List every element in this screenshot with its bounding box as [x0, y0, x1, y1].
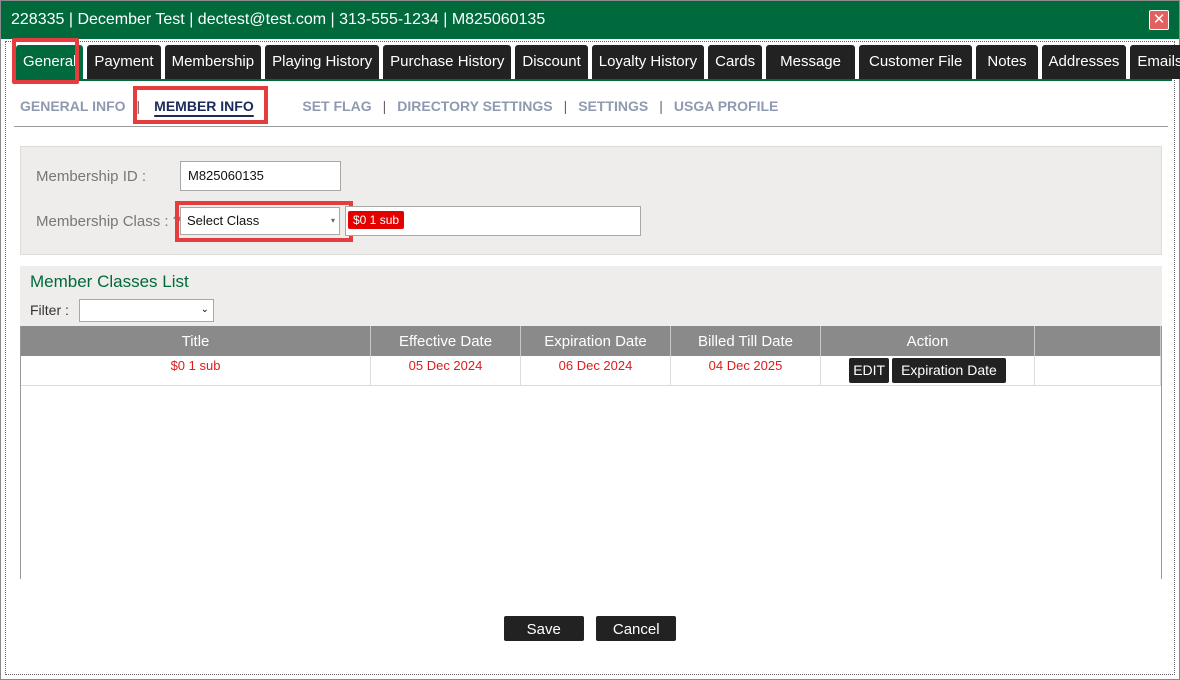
cell-title: $0 1 sub: [21, 356, 371, 385]
customer-dialog: 228335 | December Test | dectest@test.co…: [0, 0, 1180, 680]
column-header-title: Title: [21, 326, 371, 356]
membership-id-label: Membership ID :: [36, 168, 147, 185]
selected-classes-box[interactable]: $0 1 sub: [345, 206, 641, 236]
table-header: Title Effective Date Expiration Date Bil…: [21, 326, 1161, 356]
tab-bar: General Payment Membership Playing Histo…: [16, 45, 1180, 81]
subnav-separator: |: [659, 98, 663, 114]
subnav-usga-profile[interactable]: USGA PROFILE: [674, 98, 779, 114]
close-button[interactable]: ✕: [1149, 10, 1169, 30]
cell-actions: EDIT Expiration Date: [821, 356, 1035, 385]
subnav-member-info[interactable]: MEMBER INFO: [154, 98, 254, 114]
expiration-date-button[interactable]: Expiration Date: [892, 358, 1006, 383]
filter-select[interactable]: ⌄: [79, 299, 214, 322]
edit-button[interactable]: EDIT: [849, 358, 890, 383]
dialog-body: General Payment Membership Playing Histo…: [5, 38, 1180, 675]
subnav-separator: |: [136, 98, 141, 114]
tab-general[interactable]: General: [16, 45, 84, 79]
column-header-action: Action: [821, 326, 1035, 356]
tab-loyalty-history[interactable]: Loyalty History: [591, 45, 705, 79]
member-classes-table: Title Effective Date Expiration Date Bil…: [20, 326, 1162, 579]
subnav-directory-settings[interactable]: DIRECTORY SETTINGS: [397, 98, 552, 114]
selected-class-tag[interactable]: $0 1 sub: [348, 211, 405, 229]
window-title: 228335 | December Test | dectest@test.co…: [11, 11, 546, 28]
cell-billed-till-date: 04 Dec 2025: [671, 356, 821, 385]
column-header-billed-till-date: Billed Till Date: [671, 326, 821, 356]
subnav-set-flag[interactable]: SET FLAG: [302, 98, 371, 114]
column-header-effective-date: Effective Date: [371, 326, 521, 356]
tab-purchase-history[interactable]: Purchase History: [383, 45, 512, 79]
title-bar: 228335 | December Test | dectest@test.co…: [1, 1, 1179, 39]
cancel-button[interactable]: Cancel: [596, 616, 677, 641]
column-header-blank: [1035, 326, 1161, 356]
tab-customer-file[interactable]: Customer File: [859, 45, 973, 79]
tab-addresses[interactable]: Addresses: [1041, 45, 1127, 79]
subnav-divider: [14, 126, 1168, 127]
subnav-separator: |: [382, 98, 387, 114]
cell-effective-date: 05 Dec 2024: [371, 356, 521, 385]
cell-blank: [1035, 356, 1161, 385]
chevron-down-icon: ⌄: [200, 304, 209, 315]
subnav-separator: |: [563, 98, 568, 114]
membership-class-select[interactable]: Select Class ▾: [180, 207, 340, 235]
tab-playing-history[interactable]: Playing History: [265, 45, 380, 79]
subnav-settings[interactable]: SETTINGS: [578, 98, 648, 114]
filter-label: Filter :: [30, 302, 69, 318]
tab-discount[interactable]: Discount: [515, 45, 588, 79]
member-info-form: Membership ID : M825060135 Membership Cl…: [20, 146, 1162, 255]
tab-emails[interactable]: Emails: [1130, 45, 1180, 79]
tab-notes[interactable]: Notes: [976, 45, 1038, 79]
save-button[interactable]: Save: [503, 616, 584, 641]
table-row: $0 1 sub 05 Dec 2024 06 Dec 2024 04 Dec …: [21, 356, 1161, 386]
cell-expiration-date: 06 Dec 2024: [521, 356, 671, 385]
column-header-expiration-date: Expiration Date: [521, 326, 671, 356]
tab-payment[interactable]: Payment: [87, 45, 161, 79]
chevron-down-icon: ▾: [330, 216, 335, 225]
tab-message[interactable]: Message: [766, 45, 855, 79]
member-classes-panel: Member Classes List Filter : ⌄ Title Eff…: [20, 266, 1162, 579]
sub-navigation: GENERAL INFO | MEMBER INFO | SET FLAG | …: [20, 96, 778, 116]
membership-id-field[interactable]: M825060135: [180, 161, 341, 191]
membership-class-placeholder: Select Class: [187, 213, 260, 228]
close-icon: ✕: [1152, 11, 1166, 28]
member-classes-title: Member Classes List: [30, 272, 189, 291]
membership-class-label: Membership Class : ?: [36, 213, 182, 230]
dialog-footer: Save Cancel: [6, 616, 1174, 641]
tab-membership[interactable]: Membership: [164, 45, 262, 79]
subnav-general-info[interactable]: GENERAL INFO: [20, 98, 126, 114]
tab-cards[interactable]: Cards: [708, 45, 763, 79]
